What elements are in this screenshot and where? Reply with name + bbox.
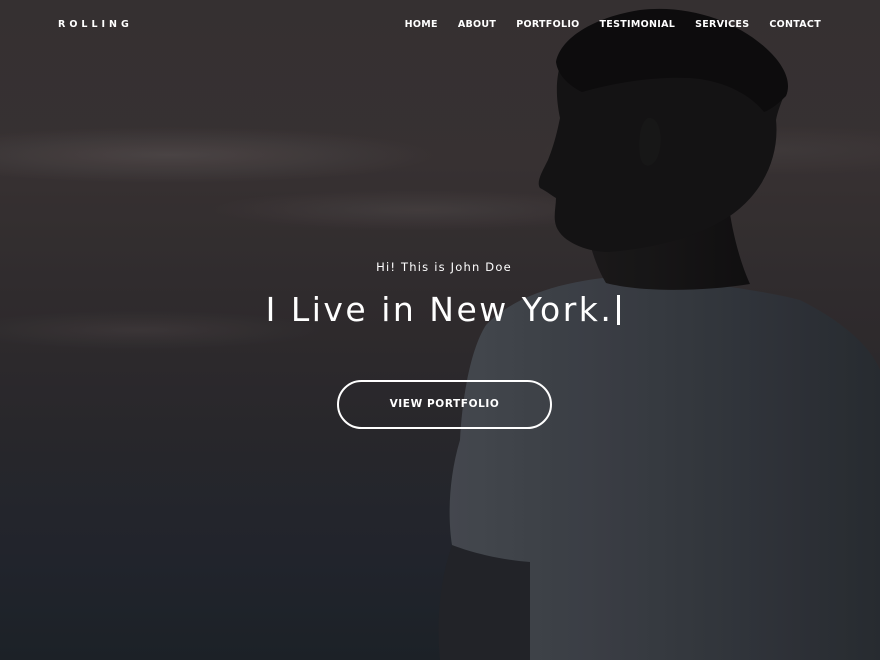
top-navbar: ROLLING HOME ABOUT PORTFOLIO TESTIMONIAL…	[0, 0, 880, 52]
nav-item-services[interactable]: SERVICES	[695, 19, 749, 31]
main-nav: HOME ABOUT PORTFOLIO TESTIMONIAL SERVICE…	[405, 19, 821, 31]
hero-greeting: Hi! This is John Doe	[376, 260, 512, 274]
typing-cursor	[617, 295, 621, 325]
hero-section: ROLLING HOME ABOUT PORTFOLIO TESTIMONIAL…	[0, 0, 880, 660]
hero-headline: I Live in New York.	[0, 288, 880, 332]
nav-item-about[interactable]: ABOUT	[458, 19, 496, 31]
nav-item-home[interactable]: HOME	[405, 19, 438, 31]
view-portfolio-button[interactable]: VIEW PORTFOLIO	[337, 380, 552, 429]
nav-item-testimonial[interactable]: TESTIMONIAL	[600, 19, 676, 31]
site-logo[interactable]: ROLLING	[58, 19, 133, 31]
hero-headline-text: I Live in New York.	[265, 290, 614, 329]
nav-item-contact[interactable]: CONTACT	[769, 19, 821, 31]
nav-item-portfolio[interactable]: PORTFOLIO	[516, 19, 579, 31]
